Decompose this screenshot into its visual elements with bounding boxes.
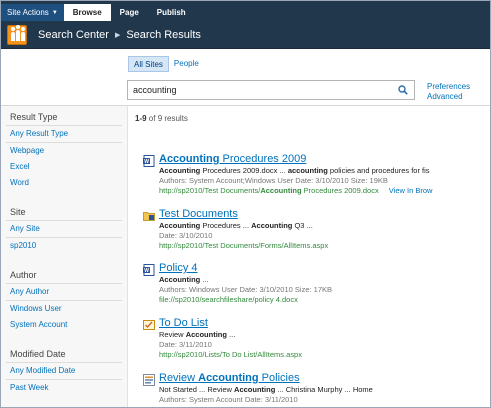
result-title[interactable]: To Do List: [159, 317, 208, 329]
result-metadata: Date: 3/10/2010: [159, 231, 213, 240]
refiner-system-account[interactable]: System Account: [1, 317, 127, 333]
title-bar: Search Center ▶ Search Results: [1, 21, 490, 49]
result-url[interactable]: file://sp2010/searchfileshare/policy 4.d…: [159, 295, 298, 304]
refiner-any-result-type[interactable]: Any Result Type: [1, 126, 127, 142]
search-result: Review Accounting Policies Not Started .…: [143, 372, 490, 407]
result-summary: Accounting ...: [159, 275, 209, 284]
result-title[interactable]: Policy 4: [159, 262, 198, 274]
tab-browse[interactable]: Browse: [63, 4, 111, 21]
refiner-past-week[interactable]: Past Week: [1, 380, 127, 396]
result-summary: Accounting Procedures 2009.docx ... acco…: [159, 166, 430, 175]
refiner-any-modified-date[interactable]: Any Modified Date: [1, 363, 127, 379]
breadcrumb-search-results: Search Results: [126, 28, 201, 41]
breadcrumb-search-center[interactable]: Search Center: [38, 29, 109, 41]
scope-people[interactable]: People: [169, 56, 204, 72]
refiner-title-result-type: Result Type: [10, 112, 58, 122]
result-summary: Accounting Procedures ... Accounting Q3 …: [159, 221, 313, 230]
search-result: To Do List Review Accounting ... Date: 3…: [143, 317, 490, 361]
word-doc-icon: W: [143, 155, 155, 167]
result-title[interactable]: Review Accounting Policies: [159, 372, 300, 384]
view-in-browser-link[interactable]: View In Brow: [389, 186, 433, 195]
breadcrumb: Search Center ▶ Search Results: [38, 29, 201, 41]
refiner-title-site: Site: [10, 207, 26, 217]
chevron-down-icon: ▼: [51, 9, 58, 16]
result-summary: Review Accounting ...: [159, 330, 236, 339]
result-metadata: Authors: System Account Date: 3/11/2010: [159, 395, 298, 404]
result-title[interactable]: Accounting Procedures 2009: [159, 153, 306, 165]
refiner-any-author[interactable]: Any Author: [1, 284, 127, 300]
result-metadata: Date: 3/11/2010: [159, 340, 212, 349]
search-results-page: Site Actions ▼ Browse Page Publish Searc…: [0, 0, 491, 408]
search-button[interactable]: [395, 82, 411, 98]
search-center-logo-icon: [7, 24, 27, 45]
search-result: W Policy 4 Accounting ... Authors: Windo…: [143, 262, 490, 306]
refiner-word[interactable]: Word: [1, 175, 127, 191]
refiner-sp2010[interactable]: sp2010: [1, 238, 127, 254]
folder-icon: [143, 212, 155, 221]
result-metadata: Authors: Windows User Date: 3/10/2010 Si…: [159, 285, 333, 294]
search-icon: [398, 85, 408, 95]
search-result: Test Documents Accounting Procedures ...…: [143, 208, 490, 252]
ribbon: Site Actions ▼ Browse Page Publish: [1, 1, 490, 21]
refiner-title-modified-date: Modified Date: [10, 349, 66, 359]
site-actions-label: Site Actions: [7, 8, 49, 17]
list-item-icon: [143, 374, 155, 386]
svg-text:W: W: [144, 159, 149, 165]
site-actions-menu[interactable]: Site Actions ▼: [1, 4, 64, 21]
result-url[interactable]: http://sp2010/Lists/To Do List/AllItems.…: [159, 350, 302, 359]
tab-publish[interactable]: Publish: [148, 4, 195, 21]
task-list-icon: [143, 320, 155, 330]
refiner-windows-user[interactable]: Windows User: [1, 301, 127, 317]
results-count: 1-9 of 9 results: [135, 114, 188, 123]
search-input[interactable]: [128, 81, 395, 99]
refiner-any-site[interactable]: Any Site: [1, 221, 127, 237]
refinement-panel: Result Type Any Result Type Webpage Exce…: [1, 106, 128, 407]
word-doc-icon: W: [143, 264, 155, 276]
results-total: of 9 results: [148, 114, 188, 123]
advanced-search-link[interactable]: Advanced: [427, 92, 470, 102]
scope-all-sites[interactable]: All Sites: [128, 56, 169, 72]
svg-text:W: W: [144, 268, 149, 274]
result-metadata: Authors: System Account;Windows User Dat…: [159, 176, 388, 185]
preferences-link[interactable]: Preferences: [427, 82, 470, 92]
result-url[interactable]: http://sp2010/Test Documents/Forms/AllIt…: [159, 241, 328, 250]
refiner-webpage[interactable]: Webpage: [1, 143, 127, 159]
breadcrumb-arrow-icon: ▶: [114, 31, 121, 39]
search-links: Preferences Advanced: [427, 82, 470, 102]
tab-page[interactable]: Page: [111, 4, 148, 21]
search-box: [127, 80, 415, 100]
search-result: W Accounting Procedures 2009 Accounting …: [143, 153, 490, 199]
results-range: 1-9: [135, 114, 147, 123]
result-summary: Not Started ... Review Accounting ... Ch…: [159, 385, 373, 394]
result-url[interactable]: http://sp2010/Test Documents/Accounting …: [159, 186, 432, 195]
search-scopes: All Sites People: [128, 56, 204, 72]
refiner-title-author: Author: [10, 270, 37, 280]
refiner-excel[interactable]: Excel: [1, 159, 127, 175]
result-title[interactable]: Test Documents: [159, 208, 238, 220]
